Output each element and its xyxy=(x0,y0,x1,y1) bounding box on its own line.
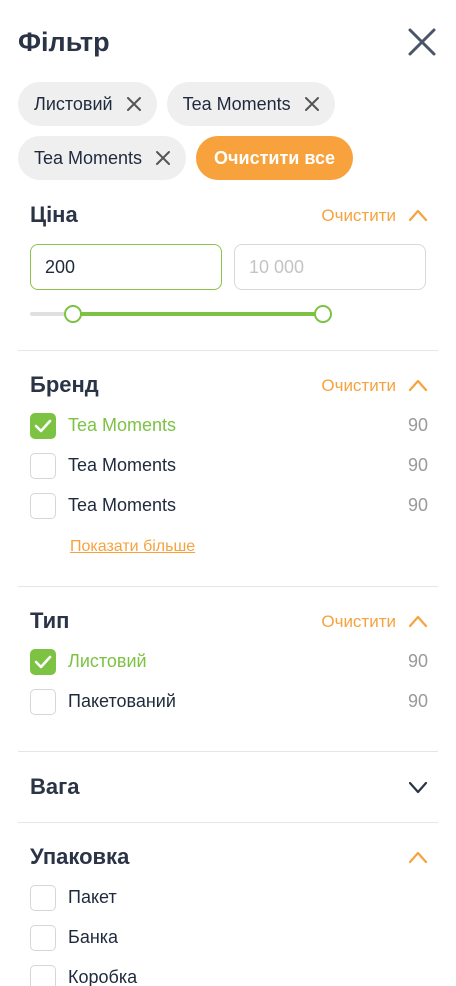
checkbox[interactable] xyxy=(30,649,56,675)
filter-header: Фільтр xyxy=(18,22,438,62)
section-title: Тип xyxy=(30,608,70,633)
option-label: Tea Moments xyxy=(68,415,177,435)
price-min-input[interactable] xyxy=(30,244,222,290)
checkbox[interactable] xyxy=(30,453,56,479)
chip-label: Листовий xyxy=(34,93,113,114)
checkbox[interactable] xyxy=(30,689,56,715)
option-count: 90 xyxy=(407,495,428,515)
price-range-slider[interactable] xyxy=(30,304,332,324)
price-section: Ціна Очистити xyxy=(18,196,438,346)
chip-filter[interactable]: Листовий xyxy=(18,82,157,126)
option-label: Пакетований xyxy=(68,691,176,711)
show-more-link[interactable]: Показати більше xyxy=(70,538,195,556)
option-count: 90 xyxy=(407,691,428,711)
slider-max-handle[interactable] xyxy=(314,305,332,323)
chevron-up-icon[interactable] xyxy=(408,614,428,628)
list-item[interactable]: Tea Moments 90 xyxy=(18,446,438,486)
chip-label: Tea Moments xyxy=(182,93,291,114)
list-item[interactable]: Банка xyxy=(18,918,438,958)
option-count: 90 xyxy=(407,415,428,435)
close-icon[interactable] xyxy=(154,149,172,167)
section-title: Бренд xyxy=(30,372,99,397)
check-icon xyxy=(34,655,52,669)
divider xyxy=(18,751,438,752)
chevron-up-icon[interactable] xyxy=(408,208,428,222)
clear-button[interactable]: Очистити xyxy=(321,612,396,632)
checkbox[interactable] xyxy=(30,965,56,986)
list-item[interactable]: Tea Moments 90 xyxy=(18,406,438,446)
clear-all-button[interactable]: Очистити все xyxy=(196,136,353,180)
chevron-up-icon[interactable] xyxy=(408,378,428,392)
option-label: Пакет xyxy=(68,887,117,907)
checkbox[interactable] xyxy=(30,925,56,951)
divider xyxy=(18,586,438,587)
close-icon[interactable] xyxy=(125,95,143,113)
checkbox[interactable] xyxy=(30,413,56,439)
active-filters: Листовий Tea Moments Tea Moments Очистит… xyxy=(18,82,438,190)
slider-fill xyxy=(73,312,323,316)
chevron-down-icon[interactable] xyxy=(408,780,428,794)
chip-filter[interactable]: Tea Moments xyxy=(166,82,335,126)
weight-header[interactable]: Вага xyxy=(18,768,438,808)
checkbox[interactable] xyxy=(30,493,56,519)
packaging-header: Упаковка xyxy=(18,838,438,878)
clear-button[interactable]: Очистити xyxy=(321,206,396,226)
type-section: Тип Очистити Листовий 90 Пакетований 90 xyxy=(18,602,438,732)
option-label: Банка xyxy=(68,927,119,947)
list-item[interactable]: Листовий 90 xyxy=(18,642,438,682)
close-icon[interactable] xyxy=(303,95,321,113)
option-label: Листовий xyxy=(68,651,147,671)
divider xyxy=(18,822,438,823)
packaging-section: Упаковка Пакет Банка Коробка xyxy=(18,838,438,986)
list-item[interactable]: Пакетований 90 xyxy=(18,682,438,722)
slider-min-handle[interactable] xyxy=(64,305,83,323)
close-button[interactable] xyxy=(406,26,438,58)
price-header: Ціна Очистити xyxy=(18,196,438,236)
chip-label: Tea Moments xyxy=(34,147,143,168)
brand-section: Бренд Очистити Tea Moments 90 Tea Moment… xyxy=(18,366,438,576)
option-label: Коробка xyxy=(68,967,138,986)
list-item[interactable]: Пакет xyxy=(18,878,438,918)
option-label: Tea Moments xyxy=(68,455,177,475)
checkbox[interactable] xyxy=(30,885,56,911)
weight-section[interactable]: Вага xyxy=(18,768,438,808)
type-header: Тип Очистити xyxy=(18,602,438,642)
chevron-up-icon[interactable] xyxy=(408,850,428,864)
list-item[interactable]: Коробка xyxy=(18,958,438,986)
section-title: Вага xyxy=(30,774,80,799)
close-icon xyxy=(408,28,436,56)
chip-filter[interactable]: Tea Moments xyxy=(18,136,187,180)
divider xyxy=(18,350,438,351)
clear-button[interactable]: Очистити xyxy=(321,376,396,396)
list-item[interactable]: Tea Moments 90 xyxy=(18,486,438,526)
option-count: 90 xyxy=(407,455,428,475)
section-title: Ціна xyxy=(30,202,78,227)
price-max-input[interactable] xyxy=(234,244,426,290)
section-title: Упаковка xyxy=(30,844,130,869)
check-icon xyxy=(34,419,52,433)
option-count: 90 xyxy=(407,651,428,671)
page-title: Фільтр xyxy=(18,27,110,57)
brand-header: Бренд Очистити xyxy=(18,366,438,406)
option-label: Tea Moments xyxy=(68,495,177,515)
